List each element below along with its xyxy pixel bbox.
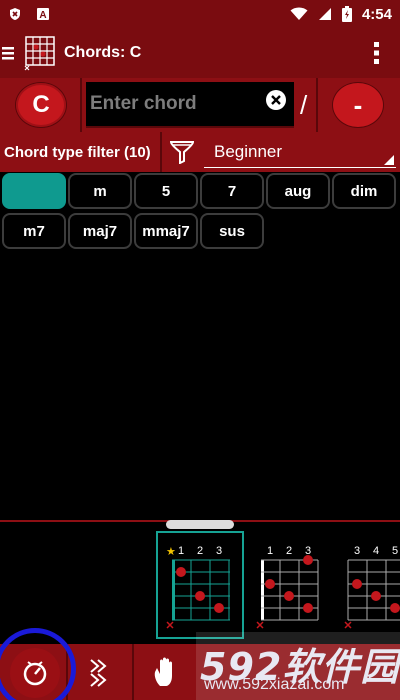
fret-label: 2	[197, 545, 203, 557]
chord-input[interactable]	[86, 82, 294, 126]
divider	[132, 644, 134, 700]
fret-label: 4	[373, 545, 379, 557]
chord-type-m7[interactable]: m7	[2, 213, 66, 249]
chord-type-mmaj7[interactable]: mmaj7	[134, 213, 198, 249]
chord-type-m[interactable]: m	[68, 173, 132, 209]
chord-type-7[interactable]: 7	[200, 173, 264, 209]
svg-text:A: A	[39, 10, 46, 21]
fret-label: 1	[267, 545, 273, 557]
finger-dot	[195, 591, 205, 601]
chord-diagram-2[interactable]: 1 2 3	[256, 545, 319, 629]
page-title: Chords: C	[64, 44, 142, 61]
fret-label: 3	[216, 545, 222, 557]
battery-charging-icon	[341, 6, 352, 22]
finger-dot	[176, 567, 186, 577]
filter-selected-value: Beginner	[214, 141, 283, 161]
chord-input-row: C / -	[0, 78, 400, 132]
chord-type-sus[interactable]: sus	[200, 213, 264, 249]
divider	[316, 78, 318, 132]
divider	[80, 78, 82, 132]
status-bar: A 4:54	[0, 0, 400, 28]
bass-note-button[interactable]: -	[332, 82, 384, 128]
chord-grid-logo-icon[interactable]	[24, 35, 56, 71]
chord-diagram-1[interactable]: ★ 1 2 3	[156, 531, 244, 639]
chord-type-major[interactable]	[2, 173, 66, 209]
shield-x-icon	[10, 8, 20, 20]
finger-dot	[265, 579, 275, 589]
nut	[172, 560, 175, 620]
muted-string-icon	[166, 621, 174, 629]
chord-type-dim[interactable]: dim	[332, 173, 396, 209]
clear-icon[interactable]	[266, 90, 286, 110]
arrows-icon[interactable]	[88, 658, 110, 688]
slash-separator: /	[300, 90, 308, 120]
finger-dot	[371, 591, 381, 601]
finger-dot	[303, 555, 313, 565]
status-time: 4:54	[361, 5, 392, 23]
divider	[160, 132, 162, 172]
finger-dot	[284, 591, 294, 601]
metronome-button[interactable]	[10, 648, 60, 698]
metronome-icon	[23, 661, 47, 686]
hamburger-icon[interactable]	[0, 44, 18, 62]
chord-diagram-3[interactable]: 3 4 5	[344, 545, 400, 629]
finger-dot	[214, 603, 224, 613]
finger-dot	[303, 603, 313, 613]
filter-row: Chord type filter (10) Beginner	[0, 132, 400, 172]
chord-input-container	[86, 82, 294, 128]
fret-label: 5	[392, 545, 398, 557]
chord-type-filter-label: Chord type filter (10)	[4, 143, 151, 161]
fret-label: 2	[286, 545, 292, 557]
fret-label: 1	[178, 545, 184, 557]
muted-string-icon	[344, 621, 352, 629]
dropdown-triangle-icon	[384, 155, 394, 165]
more-vert-icon[interactable]	[374, 42, 380, 64]
chord-diagrams-panel: ★ 1 2 3 1 2 3 3 4 5	[156, 531, 400, 639]
filter-funnel-icon[interactable]	[170, 140, 194, 164]
app-bar: Chords: C	[0, 28, 400, 78]
finger-dot	[352, 579, 362, 589]
wifi-icon	[290, 7, 308, 20]
font-a-icon: A	[37, 8, 49, 21]
signal-icon	[318, 8, 331, 20]
watermark-url: www.592xiazai.com	[204, 676, 345, 693]
filter-level-select[interactable]: Beginner	[204, 136, 396, 168]
chord-type-5[interactable]: 5	[134, 173, 198, 209]
nut	[261, 560, 264, 620]
root-note-button[interactable]: C	[15, 82, 67, 128]
fret-label: 3	[354, 545, 360, 557]
chord-type-aug[interactable]: aug	[266, 173, 330, 209]
chord-type-maj7[interactable]: maj7	[68, 213, 132, 249]
finger-dot	[390, 603, 400, 613]
muted-string-icon	[256, 621, 264, 629]
diagram-star: ★	[166, 545, 176, 558]
hand-icon[interactable]	[152, 656, 182, 688]
